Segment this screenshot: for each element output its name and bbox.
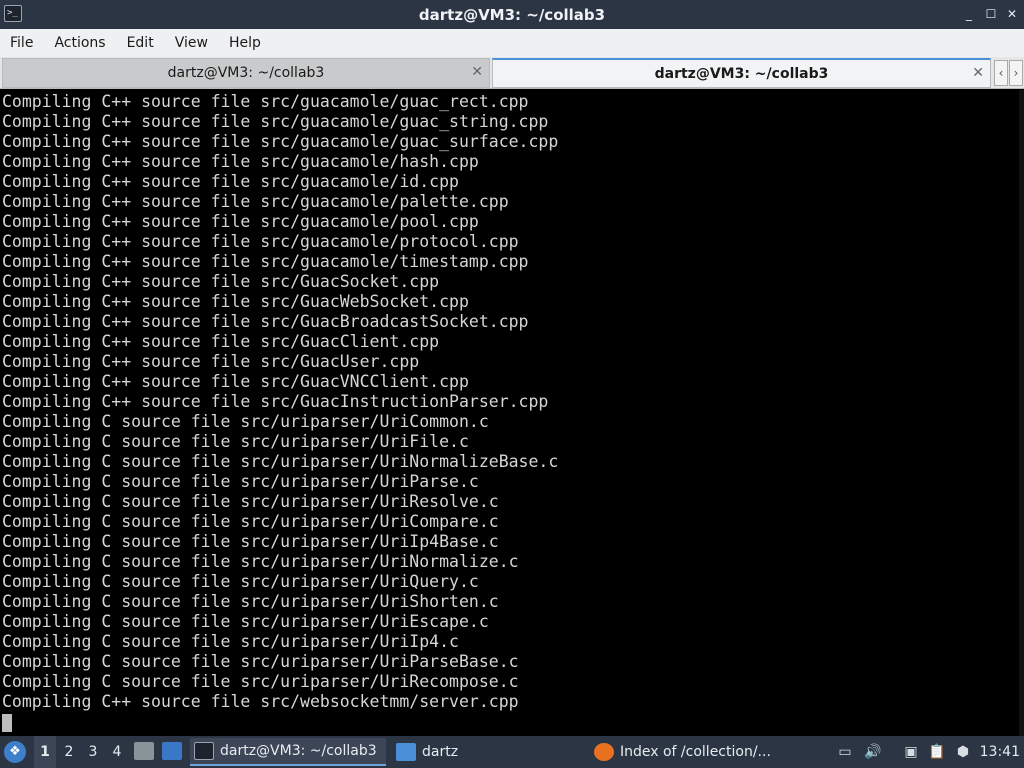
task-label: dartz — [422, 744, 459, 760]
clipboard-icon[interactable]: 📋 — [928, 743, 946, 761]
taskbar-clock[interactable]: 13:41 — [980, 736, 1020, 768]
terminal-line: Compiling C++ source file src/guacamole/… — [2, 112, 549, 131]
tab-scroll-right-icon[interactable]: › — [1009, 60, 1023, 86]
terminal-prompt-line — [2, 712, 558, 732]
terminal-line: Compiling C source file src/uriparser/Ur… — [2, 592, 499, 611]
tab-terminal-1[interactable]: dartz@VM3: ~/collab3 ✕ — [2, 58, 490, 88]
tab-close-icon[interactable]: ✕ — [972, 65, 984, 81]
terminal-line: Compiling C++ source file src/guacamole/… — [2, 132, 559, 151]
tab-scroll-left-icon[interactable]: ‹ — [994, 60, 1008, 86]
terminal-line: Compiling C++ source file src/guacamole/… — [2, 232, 519, 251]
terminal-line: Compiling C++ source file src/GuacInstru… — [2, 392, 549, 411]
task-firefox[interactable]: Index of /collection/... — [590, 738, 790, 766]
terminal-lines: Compiling C++ source file src/guacamole/… — [2, 92, 558, 732]
menu-actions[interactable]: Actions — [54, 35, 105, 51]
network-icon[interactable]: ▣ — [902, 743, 920, 761]
terminal-scrollbar[interactable] — [1019, 90, 1024, 736]
maximize-icon[interactable]: ☐ — [982, 5, 1000, 23]
terminal-line: Compiling C source file src/uriparser/Ur… — [2, 472, 479, 491]
tab-bar: dartz@VM3: ~/collab3 ✕ dartz@VM3: ~/coll… — [0, 57, 1024, 89]
removable-drive-icon[interactable]: ▭ — [836, 743, 854, 761]
terminal-icon — [194, 742, 214, 760]
terminal-line: Compiling C source file src/uriparser/Ur… — [2, 452, 559, 471]
taskbar: ❖ 1 2 3 4 dartz@VM3: ~/collab3 dartz Ind… — [0, 736, 1024, 768]
terminal-line: Compiling C source file src/uriparser/Ur… — [2, 612, 489, 631]
update-notifier-icon[interactable]: ⬢ — [954, 743, 972, 761]
terminal-line: Compiling C source file src/uriparser/Ur… — [2, 412, 489, 431]
folder-icon — [396, 743, 416, 761]
terminal-line: Compiling C++ source file src/websocketm… — [2, 692, 519, 711]
menu-view[interactable]: View — [175, 35, 208, 51]
tab-label: dartz@VM3: ~/collab3 — [167, 65, 325, 81]
terminal-line: Compiling C source file src/uriparser/Ur… — [2, 552, 519, 571]
volume-icon[interactable]: 🔊 — [864, 743, 882, 761]
show-desktop-icon[interactable] — [162, 742, 182, 760]
minimize-icon[interactable]: _ — [960, 5, 978, 23]
menu-file[interactable]: File — [10, 35, 33, 51]
terminal-line: Compiling C source file src/uriparser/Ur… — [2, 512, 499, 531]
terminal-line: Compiling C++ source file src/GuacClient… — [2, 332, 440, 351]
task-label: dartz@VM3: ~/collab3 — [220, 743, 377, 759]
terminal-line: Compiling C source file src/uriparser/Ur… — [2, 652, 519, 671]
terminal-line: Compiling C++ source file src/guacamole/… — [2, 212, 479, 231]
menu-help[interactable]: Help — [229, 35, 261, 51]
terminal-line: Compiling C++ source file src/GuacBroadc… — [2, 312, 529, 331]
tab-close-icon[interactable]: ✕ — [471, 64, 483, 80]
terminal-app-icon[interactable]: >_ — [4, 5, 22, 22]
terminal-line: Compiling C source file src/uriparser/Ur… — [2, 432, 469, 451]
terminal-output[interactable]: Compiling C++ source file src/guacamole/… — [0, 90, 1024, 736]
terminal-line: Compiling C++ source file src/GuacVNCCli… — [2, 372, 469, 391]
window-title: dartz@VM3: ~/collab3 — [418, 5, 606, 24]
close-icon[interactable]: ✕ — [1003, 5, 1021, 23]
terminal-line: Compiling C++ source file src/guacamole/… — [2, 172, 459, 191]
terminal-cursor — [2, 713, 12, 732]
terminal-line: Compiling C source file src/uriparser/Ur… — [2, 572, 479, 591]
task-terminal[interactable]: dartz@VM3: ~/collab3 — [190, 738, 386, 766]
window-titlebar: >_ dartz@VM3: ~/collab3 _ ☐ ✕ — [0, 0, 1024, 29]
firefox-icon — [594, 743, 614, 761]
terminal-line: Compiling C++ source file src/guacamole/… — [2, 192, 509, 211]
terminal-line: Compiling C source file src/uriparser/Ur… — [2, 492, 499, 511]
terminal-line: Compiling C source file src/uriparser/Ur… — [2, 532, 499, 551]
task-file-manager[interactable]: dartz — [392, 738, 582, 766]
workspace-1[interactable]: 1 — [34, 736, 56, 768]
task-label: Index of /collection/... — [620, 744, 771, 760]
workspace-4[interactable]: 4 — [106, 736, 128, 768]
terminal-line: Compiling C++ source file src/guacamole/… — [2, 152, 479, 171]
workspace-2[interactable]: 2 — [58, 736, 80, 768]
terminal-line: Compiling C source file src/uriparser/Ur… — [2, 672, 519, 691]
terminal-line: Compiling C++ source file src/guacamole/… — [2, 252, 529, 271]
terminal-line: Compiling C source file src/uriparser/Ur… — [2, 632, 459, 651]
menu-edit[interactable]: Edit — [127, 35, 154, 51]
terminal-line: Compiling C++ source file src/GuacUser.c… — [2, 352, 420, 371]
workspace-3[interactable]: 3 — [82, 736, 104, 768]
terminal-line: Compiling C++ source file src/GuacSocket… — [2, 272, 440, 291]
terminal-line: Compiling C++ source file src/guacamole/… — [2, 92, 529, 111]
tab-label: dartz@VM3: ~/collab3 — [654, 65, 829, 82]
tab-terminal-2[interactable]: dartz@VM3: ~/collab3 ✕ — [492, 58, 991, 88]
menubar: File Actions Edit View Help — [0, 29, 1024, 57]
terminal-line: Compiling C++ source file src/GuacWebSoc… — [2, 292, 469, 311]
file-manager-launcher-icon[interactable] — [134, 742, 154, 760]
start-menu-icon[interactable]: ❖ — [4, 741, 26, 763]
